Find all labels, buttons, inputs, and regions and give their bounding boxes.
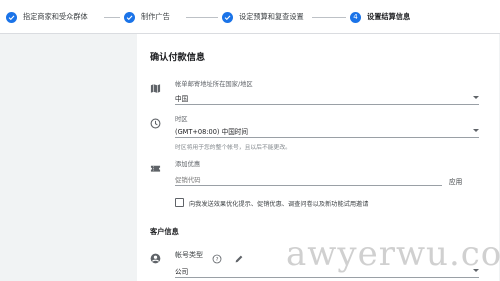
step-4-number: 4 bbox=[350, 11, 361, 23]
svg-text:?: ? bbox=[216, 257, 219, 263]
step-4[interactable]: 4 设置结算信息 bbox=[350, 0, 410, 34]
billing-country-label: 帐单邮寄地址所在国家/地区 bbox=[175, 81, 253, 88]
check-icon bbox=[222, 11, 233, 23]
step-connector bbox=[104, 17, 120, 18]
account-icon bbox=[150, 249, 162, 264]
page-title: 确认付款信息 bbox=[150, 52, 206, 63]
step-connector bbox=[312, 17, 346, 18]
timezone-label: 时区 bbox=[175, 116, 188, 123]
opt-in-checkbox[interactable] bbox=[175, 198, 184, 207]
timezone-select[interactable]: (GMT+08:00) 中国时间 bbox=[175, 126, 479, 138]
step-2[interactable]: 制作广告 bbox=[124, 0, 170, 34]
help-icon[interactable]: ? bbox=[212, 249, 224, 264]
step-4-label: 设置结算信息 bbox=[367, 12, 411, 21]
timezone-value: (GMT+08:00) 中国时间 bbox=[175, 128, 248, 136]
customer-section-title: 客户信息 bbox=[150, 227, 179, 236]
map-icon bbox=[150, 79, 162, 93]
opt-in-label: 向我发送效果优化提示、促销优惠、调查问卷以及新功能试用邀请 bbox=[189, 201, 369, 208]
billing-country-value: 中国 bbox=[175, 95, 189, 103]
account-type-label: 帐号类型 bbox=[175, 251, 203, 259]
promo-code-input[interactable] bbox=[175, 172, 442, 186]
dropdown-arrow-icon bbox=[473, 129, 479, 132]
apply-button[interactable]: 应用 bbox=[449, 176, 462, 186]
check-icon bbox=[6, 11, 17, 23]
step-3-label: 设定预算和复查设置 bbox=[239, 12, 304, 21]
watermark: awyerwu.com bbox=[286, 234, 500, 274]
step-2-label: 制作广告 bbox=[141, 12, 170, 21]
stepper: 指定商家和受众群体 制作广告 设定预算和复查设置 4 设置结算信息 bbox=[0, 0, 500, 34]
step-connector bbox=[186, 17, 218, 18]
step-1[interactable]: 指定商家和受众群体 bbox=[6, 0, 88, 34]
dropdown-arrow-icon bbox=[473, 96, 479, 99]
billing-country-select[interactable]: 中国 bbox=[175, 93, 479, 105]
step-3[interactable]: 设定预算和复查设置 bbox=[222, 0, 304, 34]
step-1-label: 指定商家和受众群体 bbox=[23, 12, 88, 21]
timezone-helper: 时区将用于您的整个帐号，且以后不能更改。 bbox=[175, 145, 291, 151]
promo-label: 添加优惠 bbox=[175, 161, 201, 168]
ticket-icon bbox=[150, 159, 162, 172]
edit-icon[interactable] bbox=[234, 249, 246, 263]
account-type-value: 公司 bbox=[175, 268, 189, 276]
check-icon bbox=[124, 11, 135, 23]
clock-icon bbox=[150, 114, 162, 129]
